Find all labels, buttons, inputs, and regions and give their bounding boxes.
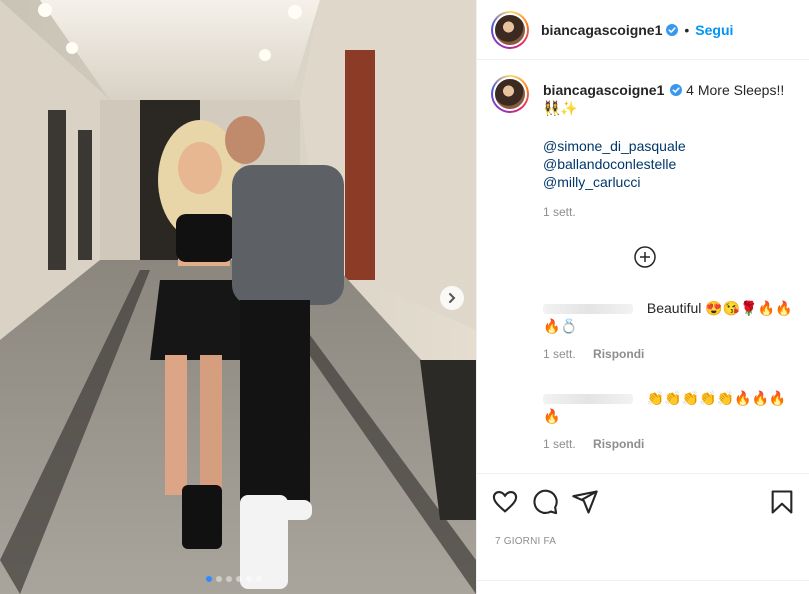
- bookmark-icon[interactable]: [768, 488, 796, 516]
- chevron-right-icon: [449, 293, 456, 303]
- heart-icon[interactable]: [491, 488, 519, 516]
- next-photo-button[interactable]: [440, 286, 464, 310]
- comment: Beautiful 😍😘🌹🔥🔥🔥💍 1 sett. Rispondi: [543, 299, 797, 363]
- post-modal: biancagascoigne1 • Segui biancagascoigne…: [0, 0, 809, 594]
- comments-section: biancagascoigne1 4 More Sleeps!!👯‍♀️✨ @s…: [477, 61, 809, 473]
- post-photo[interactable]: [0, 0, 476, 594]
- mention-link[interactable]: @ballandoconlestelle: [543, 155, 796, 173]
- verified-badge-icon: [666, 23, 679, 36]
- carousel-dot: [216, 576, 222, 582]
- carousel-dot: [236, 576, 242, 582]
- header-username[interactable]: biancagascoigne1: [541, 22, 662, 38]
- carousel-dots: [206, 576, 262, 582]
- carousel-dot: [256, 576, 262, 582]
- caption-mentions: @simone_di_pasquale @ballandoconlestelle…: [543, 137, 796, 191]
- comment-username-hidden: [543, 394, 633, 405]
- comment-time: 1 sett.: [543, 437, 576, 451]
- comment-username-hidden: [543, 304, 633, 315]
- mention-link[interactable]: @milly_carlucci: [543, 173, 796, 191]
- separator-dot: •: [684, 21, 690, 38]
- avatar-image: [493, 77, 527, 111]
- verified-badge-icon: [670, 84, 683, 96]
- photo-illustration: [0, 0, 476, 594]
- reply-button[interactable]: Rispondi: [593, 347, 644, 361]
- caption-avatar[interactable]: [491, 75, 529, 113]
- share-icon[interactable]: [571, 488, 599, 516]
- post-date: 7 GIORNI FA: [495, 536, 557, 547]
- post-actions: 7 GIORNI FA: [477, 473, 809, 594]
- comment-bubble-icon[interactable]: [531, 488, 559, 516]
- mention-link[interactable]: @simone_di_pasquale: [543, 137, 796, 155]
- caption-username[interactable]: biancagascoigne1: [543, 82, 664, 98]
- comment-time: 1 sett.: [543, 347, 576, 361]
- load-more-comments-icon[interactable]: [633, 245, 657, 269]
- add-comment-bar[interactable]: [477, 580, 809, 594]
- caption-time: 1 sett.: [543, 205, 576, 219]
- carousel-dot: [206, 576, 212, 582]
- post-header: biancagascoigne1 • Segui: [477, 0, 809, 60]
- carousel-dot: [226, 576, 232, 582]
- comment: 👏👏👏👏👏🔥🔥🔥🔥 1 sett. Rispondi: [543, 389, 797, 453]
- caption: biancagascoigne1 4 More Sleeps!!👯‍♀️✨ @s…: [491, 75, 796, 219]
- avatar[interactable]: [491, 10, 529, 49]
- follow-button[interactable]: Segui: [695, 22, 733, 38]
- carousel-dot: [246, 576, 252, 582]
- avatar-image: [493, 12, 527, 47]
- post-sidebar: biancagascoigne1 • Segui biancagascoigne…: [476, 0, 809, 594]
- reply-button[interactable]: Rispondi: [593, 437, 644, 451]
